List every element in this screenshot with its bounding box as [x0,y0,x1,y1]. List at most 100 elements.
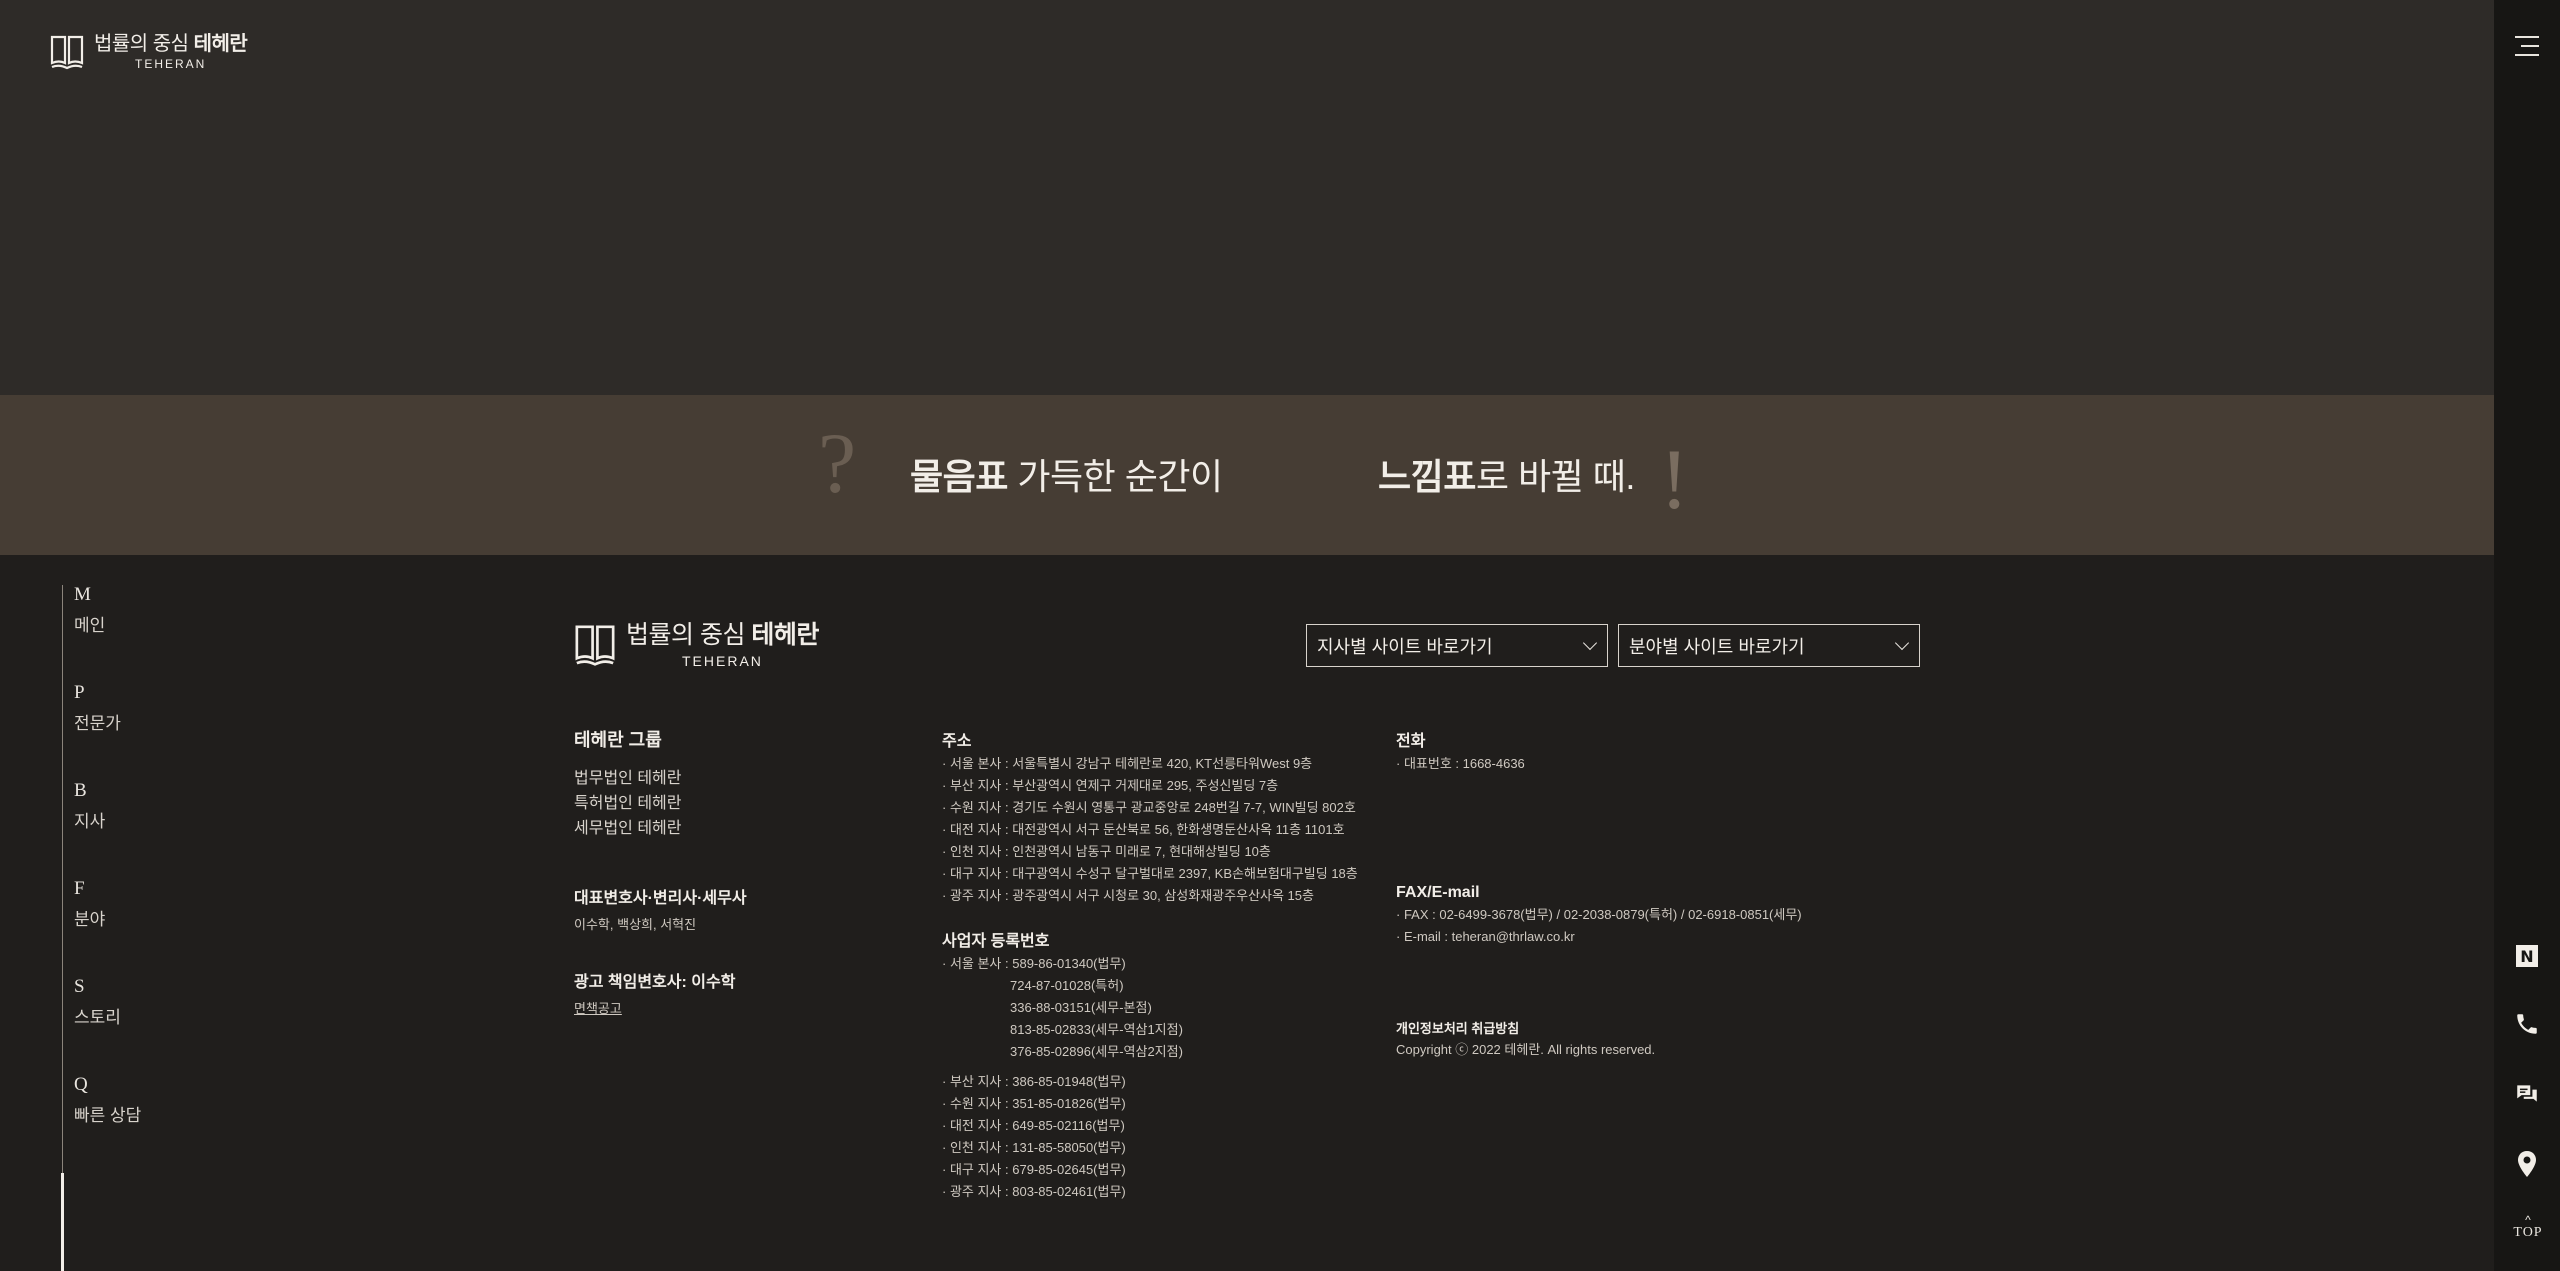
slogan-right: 느낌표로 바뀔 때. [1378,448,1635,500]
footer-col-privacy: 개인정보처리 취급방침 Copyright ⓒ 2022 테헤란. All ri… [1396,1018,1655,1061]
side-nav-label: 스토리 [74,1008,121,1027]
side-nav-item-main[interactable]: M 메인 [74,585,105,636]
footer-col-reps: 대표변호사·변리사·세무사 이수학, 백상희, 서혁진 [574,884,747,933]
footer-col-group: 테헤란 그룹 법무법인 테헤란 특허법인 테헤란 세무법인 테헤란 [574,726,682,841]
branch-site-select-label: 지사별 사이트 바로가기 [1317,636,1493,657]
group-link-patent[interactable]: 특허법인 테헤란 [574,791,682,816]
header-logo[interactable]: 법률의 중심 테헤란 TEHERAN [50,33,248,71]
copyright: Copyright ⓒ 2022 테헤란. All rights reserve… [1396,1042,1656,1057]
bizreg-line: 336-88-03151(세무-본점) [1010,1000,1152,1015]
brand-name-en: TEHERAN [682,652,763,669]
address-line: · 서울 본사 : 서울특별시 강남구 테헤란로 420, KT선릉타워West… [942,756,1313,771]
footer-col-ad: 광고 책임변호사: 이수학 면책공고 [574,968,735,1017]
side-nav-label: 메인 [74,616,106,635]
top-label: TOP [2513,1225,2543,1240]
disclaimer-link[interactable]: 면책공고 [574,998,735,1017]
hamburger-icon[interactable] [2515,34,2539,58]
side-nav-letter: P [74,682,85,703]
bizreg-line: · 인천 지사 : 131-85-58050(법무) [942,1140,1126,1155]
address-title: 주소 [942,733,972,750]
side-nav-letter: F [74,878,85,899]
side-nav-label: 빠른 상담 [74,1106,142,1125]
group-link-law[interactable]: 법무법인 테헤란 [574,766,682,791]
address-line: · 부산 지사 : 부산광역시 연제구 거제대로 295, 주성신빌딩 7층 [942,778,1279,793]
naver-blog-icon: N [2516,945,2538,967]
reps-names: 이수학, 백상희, 서혁진 [574,917,697,932]
bizreg-line: · 광주 지사 : 803-85-02461(법무) [942,1184,1126,1199]
scroll-top-button[interactable]: ^ TOP [2510,1213,2546,1241]
bizreg-line: 724-87-01028(특허) [1010,978,1124,993]
location-button[interactable] [2511,1148,2543,1180]
side-nav-line [62,585,63,1271]
side-nav-label: 지사 [74,812,106,831]
slogan-right-rest: 로 바뀔 때. [1475,456,1636,497]
brand-prefix: 법률의 중심 [94,33,189,55]
side-nav-label: 분야 [74,910,106,929]
phone-line: · 대표번호 : 1668-4636 [1396,756,1525,771]
group-link-tax[interactable]: 세무법인 테헤란 [574,816,682,841]
side-nav-item-fields[interactable]: F 분야 [74,879,105,930]
question-mark-symbol: ? [818,415,857,511]
slogan-left-rest: 가득한 순간이 [1007,456,1223,497]
chat-icon [2517,1085,2537,1102]
field-site-select-label: 분야별 사이트 바로가기 [1629,636,1805,657]
bizreg-title: 사업자 등록번호 [942,933,1050,950]
privacy-policy-link[interactable]: 개인정보처리 취급방침 [1396,1018,1655,1037]
bizreg-line: 813-85-02833(세무-역삼1지점) [1010,1022,1183,1037]
bizreg-line: · 수원 지사 : 351-85-01826(법무) [942,1096,1126,1111]
side-nav-item-branches[interactable]: B 지사 [74,781,105,832]
brand-name-en: TEHERAN [134,57,207,71]
slogan-left: 물음표 가득한 순간이 [910,448,1223,500]
side-nav-item-quick-consult[interactable]: Q 빠른 상담 [74,1075,141,1126]
exclamation-mark-symbol: ! [1660,431,1689,527]
slogan-right-bold: 느낌표 [1378,456,1476,497]
book-logo-icon [575,625,615,666]
footer-col-fax: FAX/E-mail · FAX : 02-6499-3678(법무) / 02… [1396,884,1802,948]
footer-col-bizreg: 사업자 등록번호 · 서울 본사 : 589-86-01340(법무) 724-… [942,927,1183,1203]
chevron-down-icon [1894,635,1910,650]
side-nav-letter: S [74,976,85,997]
side-nav-letter: B [74,780,87,801]
phone-icon [2517,1014,2537,1034]
bizreg-line: · 대구 지사 : 679-85-02645(법무) [942,1162,1126,1177]
footer-logo[interactable]: 법률의 중심 테헤란 TEHERAN [574,622,819,668]
footer-col-address: 주소 · 서울 본사 : 서울특별시 강남구 테헤란로 420, KT선릉타워W… [942,727,1358,907]
field-site-select[interactable]: 분야별 사이트 바로가기 [1618,624,1920,667]
fax-line: · FAX : 02-6499-3678(법무) / 02-2038-0879(… [1396,907,1802,922]
address-line: · 대전 지사 : 대전광역시 서구 둔산북로 56, 한화생명둔산사옥 11층… [942,822,1345,837]
fax-title: FAX/E-mail [1396,884,1480,901]
book-logo-icon [50,35,84,70]
bizreg-line: · 대전 지사 : 649-85-02116(법무) [942,1118,1125,1133]
side-nav-item-story[interactable]: S 스토리 [74,977,121,1028]
brand-name: 테헤란 [193,33,248,55]
branch-site-select[interactable]: 지사별 사이트 바로가기 [1306,624,1608,667]
slogan-left-bold: 물음표 [910,456,1008,497]
email-line: · E-mail : teheran@thrlaw.co.kr [1396,929,1575,944]
phone-button[interactable] [2511,1008,2543,1040]
bizreg-line: · 부산 지사 : 386-85-01948(법무) [942,1074,1126,1089]
brand-name: 테헤란 [751,620,819,649]
side-nav-item-experts[interactable]: P 전문가 [74,683,121,734]
side-nav-letter: M [74,584,91,605]
naver-blog-button[interactable]: N [2511,940,2543,972]
side-nav-label: 전문가 [74,714,121,733]
side-nav-active-indicator [61,1173,64,1271]
address-line: · 광주 지사 : 광주광역시 서구 시청로 30, 삼성화재광주우산사옥 15… [942,888,1314,903]
address-line: · 수원 지사 : 경기도 수원시 영통구 광교중앙로 248번길 7-7, W… [942,800,1356,815]
group-title: 테헤란 그룹 [574,730,662,750]
address-line: · 인천 지사 : 인천광역시 남동구 미래로 7, 현대해상빌딩 10층 [942,844,1271,859]
chat-button[interactable] [2511,1078,2543,1110]
hero-area [0,0,2494,395]
chevron-up-icon: ^ [2525,1213,2531,1227]
side-nav-letter: Q [74,1074,88,1095]
chevron-down-icon [1582,635,1598,650]
slogan-band [0,395,2494,555]
location-pin-icon [2518,1151,2536,1177]
reps-title: 대표변호사·변리사·세무사 [574,890,747,907]
ad-title: 광고 책임변호사: 이수학 [574,974,736,991]
phone-title: 전화 [1396,733,1426,750]
bizreg-line: 376-85-02896(세무-역삼2지점) [1010,1044,1183,1059]
footer-col-phone: 전화 · 대표번호 : 1668-4636 [1396,727,1525,775]
address-line: · 대구 지사 : 대구광역시 수성구 달구벌대로 2397, KB손해보험대구… [942,866,1358,881]
brand-prefix: 법률의 중심 [626,620,745,649]
